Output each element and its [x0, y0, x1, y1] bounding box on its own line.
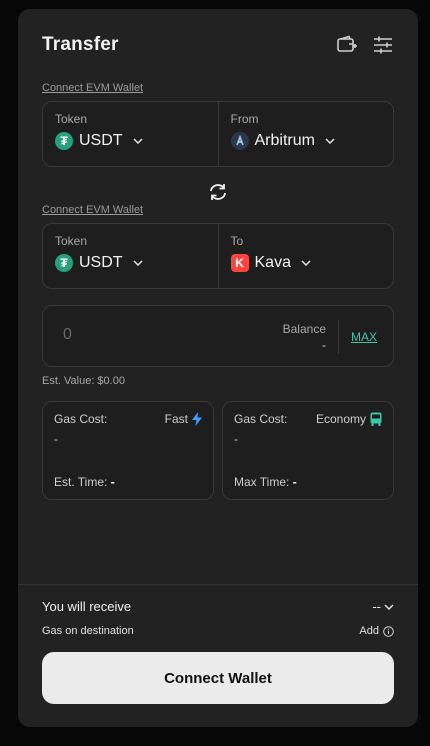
gas-time: Est. Time: - [54, 475, 115, 489]
destination-token-select[interactable]: Token ₮ USDT [43, 224, 218, 288]
destination-token-value: USDT [79, 254, 123, 271]
source-chain-label: From [230, 112, 259, 126]
source-chain-select[interactable]: From Arbitrum [217, 102, 394, 166]
swap-direction-icon[interactable] [207, 181, 229, 203]
gas-cost-value: - [54, 432, 58, 446]
settings-sliders-icon[interactable] [372, 34, 394, 56]
destination-selector: Token ₮ USDT To K Kava [42, 223, 394, 289]
usdt-icon: ₮ [55, 132, 73, 150]
source-token-select[interactable]: Token ₮ USDT [43, 102, 218, 166]
add-label: Add [359, 625, 379, 637]
chevron-down-icon [384, 603, 394, 610]
add-gas-button[interactable]: Add [359, 625, 394, 637]
divider [338, 320, 339, 354]
chevron-down-icon [133, 260, 143, 266]
gas-cost-label: Gas Cost: [54, 412, 108, 426]
amount-input[interactable] [63, 326, 243, 344]
gas-time-value: - [110, 475, 115, 489]
gas-destination-row: Gas on destination Add [42, 625, 394, 637]
divider [18, 584, 418, 585]
source-token-value: USDT [79, 132, 123, 149]
balance-value: - [322, 338, 326, 352]
arbitrum-icon [230, 132, 249, 150]
chevron-down-icon [325, 138, 335, 144]
destination-connect-wallet-link[interactable]: Connect EVM Wallet [42, 204, 143, 216]
page-title: Transfer [42, 34, 119, 55]
chevron-down-icon [133, 138, 143, 144]
max-button[interactable]: MAX [351, 330, 377, 344]
source-connect-wallet-link[interactable]: Connect EVM Wallet [42, 82, 143, 94]
receive-toggle[interactable]: -- [372, 599, 394, 614]
gas-cost-label: Gas Cost: [234, 412, 288, 426]
gas-time-label: Max Time: [234, 475, 290, 489]
destination-token-label: Token [55, 234, 88, 248]
connect-wallet-button[interactable]: Connect Wallet [42, 652, 394, 704]
kava-icon: K [230, 254, 249, 272]
lightning-icon [192, 412, 202, 426]
gas-time-label: Est. Time: [54, 475, 108, 489]
gas-speed-label: Fast [164, 412, 188, 426]
info-icon [383, 625, 394, 637]
usdt-icon: ₮ [55, 254, 73, 272]
gas-time-value: - [292, 475, 297, 489]
wallet-add-icon[interactable] [336, 34, 358, 56]
gas-time: Max Time: - [234, 475, 297, 489]
gas-speed-label: Economy [315, 412, 366, 426]
source-chain-value: Arbitrum [254, 132, 315, 149]
destination-chain-select[interactable]: To K Kava [217, 224, 394, 288]
gas-destination-label: Gas on destination [42, 625, 134, 637]
header: Transfer [42, 33, 394, 57]
transfer-card: Transfer Connect EVM Wallet Token ₮ USDT… [18, 9, 418, 727]
bus-icon [370, 412, 382, 426]
gas-cost-value: - [234, 432, 238, 446]
receive-label: You will receive [42, 599, 132, 614]
gas-option-economy[interactable]: Gas Cost: Economy - Max Time: - [222, 401, 394, 500]
destination-chain-label: To [230, 234, 244, 248]
source-token-label: Token [55, 112, 88, 126]
receive-value: -- [372, 599, 381, 614]
source-selector: Token ₮ USDT From Arbitrum [42, 101, 394, 167]
destination-chain-value: Kava [254, 254, 291, 271]
receive-row: You will receive -- [42, 599, 394, 614]
gas-option-fast[interactable]: Gas Cost: Fast - Est. Time: - [42, 401, 214, 500]
chevron-down-icon [301, 260, 311, 266]
header-actions [336, 34, 394, 56]
balance-label: Balance [282, 322, 326, 336]
estimated-value: Est. Value: $0.00 [42, 375, 125, 387]
amount-box: Balance - MAX [42, 305, 394, 367]
